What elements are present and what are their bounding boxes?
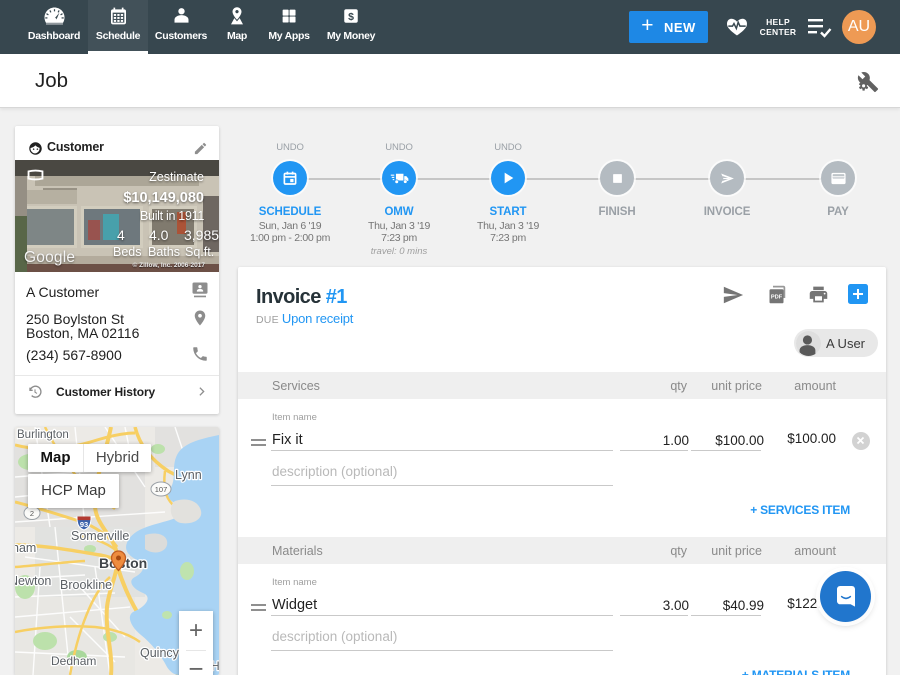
- svg-text:PDF: PDF: [771, 294, 783, 300]
- svg-text:93: 93: [80, 520, 88, 529]
- svg-text:Lynn: Lynn: [175, 468, 202, 482]
- svg-text:Brookline: Brookline: [60, 578, 112, 592]
- svg-text:Newton: Newton: [15, 574, 51, 588]
- svg-text:2: 2: [30, 509, 34, 518]
- svg-text:Somerville: Somerville: [71, 529, 129, 543]
- svg-text:Dedham: Dedham: [51, 654, 96, 668]
- svg-text:$: $: [348, 11, 354, 23]
- svg-text:Quincy: Quincy: [140, 646, 180, 660]
- svg-text:ham: ham: [15, 541, 36, 555]
- svg-text:Burlington: Burlington: [17, 429, 69, 441]
- svg-text:107: 107: [155, 485, 168, 494]
